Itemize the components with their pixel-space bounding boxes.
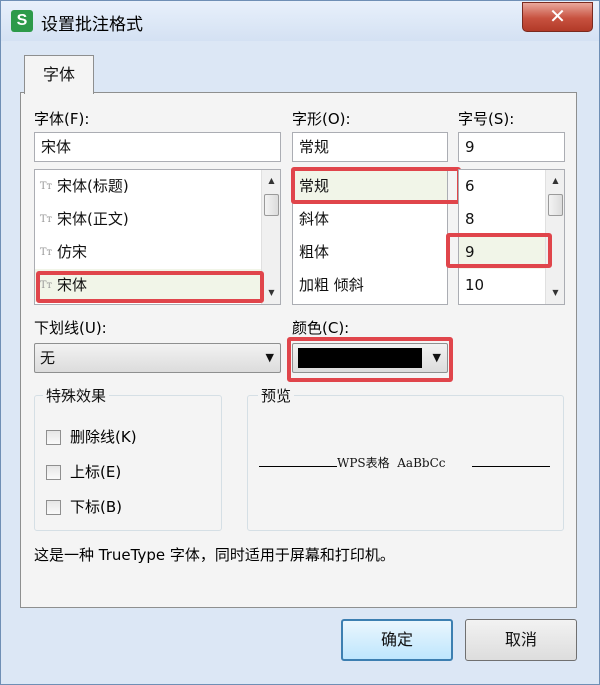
- highlight-selected-size: [446, 233, 552, 268]
- font-tab-panel: 字体(F): 宋体 Tт 宋体(标题) Tт 宋体(正文) Tт 仿宋 Tт 宋体 ▲ …: [20, 92, 577, 608]
- chevron-down-icon: ▼: [265, 351, 274, 364]
- effects-group: 特殊效果 删除线(K) 上标(E) 下标(B): [34, 385, 222, 531]
- truetype-icon: Tт: [39, 247, 53, 258]
- close-button[interactable]: ✕: [522, 2, 593, 32]
- style-input[interactable]: 常规: [292, 132, 448, 162]
- wps-sheets-icon: S: [11, 10, 33, 32]
- preview-line-left: [259, 466, 337, 467]
- list-item[interactable]: 粗体: [299, 236, 329, 269]
- list-item[interactable]: 8: [465, 203, 475, 236]
- list-item[interactable]: Tт 仿宋: [35, 236, 261, 269]
- preview-group: 预览 WPS表格 AaBbCc: [247, 385, 564, 531]
- tab-font[interactable]: 字体: [24, 55, 94, 94]
- subscript-checkbox[interactable]: [46, 500, 61, 515]
- highlight-color: [287, 337, 453, 382]
- size-label: 字号(S):: [458, 110, 515, 128]
- font-info-text: 这是一种 TrueType 字体，同时适用于屏幕和打印机。: [34, 546, 395, 564]
- highlight-selected-style: [291, 167, 461, 204]
- list-item[interactable]: 6: [465, 170, 475, 203]
- scroll-thumb[interactable]: [264, 194, 279, 216]
- dialog-window: S 设置批注格式 ✕ 字体 字体(F): 宋体 Tт 宋体(标题) Tт 宋体(正文…: [0, 0, 600, 685]
- list-item[interactable]: Tт 宋体(正文): [35, 203, 261, 236]
- underline-select[interactable]: 无 ▼: [34, 343, 281, 373]
- scroll-up-icon[interactable]: ▲: [546, 172, 564, 190]
- size-input[interactable]: 9: [458, 132, 565, 162]
- font-label: 字体(F):: [34, 110, 90, 128]
- scroll-down-icon[interactable]: ▼: [546, 284, 564, 302]
- ok-button[interactable]: 确定: [341, 619, 453, 661]
- truetype-icon: Tт: [39, 214, 53, 225]
- list-item[interactable]: 斜体: [299, 203, 329, 236]
- list-item[interactable]: 加粗 倾斜: [299, 269, 364, 302]
- truetype-icon: Tт: [39, 181, 53, 192]
- preview-sample: WPS表格 AaBbCc: [337, 456, 446, 470]
- color-label: 颜色(C):: [292, 319, 350, 337]
- list-item[interactable]: 10: [465, 269, 484, 302]
- dialog-title: 设置批注格式: [41, 15, 143, 35]
- scroll-up-icon[interactable]: ▲: [262, 172, 280, 190]
- font-list-scrollbar[interactable]: ▲ ▼: [261, 170, 280, 304]
- preview-title: 预览: [258, 385, 295, 406]
- superscript-checkbox[interactable]: [46, 465, 61, 480]
- subscript-label: 下标(B): [70, 498, 122, 516]
- preview-line-right: [472, 466, 550, 467]
- dialog-body: 字体 字体(F): 宋体 Tт 宋体(标题) Tт 宋体(正文) Tт 仿宋 Tт 宋体…: [9, 41, 591, 677]
- title-bar: S 设置批注格式 ✕: [1, 1, 599, 41]
- cancel-button[interactable]: 取消: [465, 619, 577, 661]
- strikethrough-label: 删除线(K): [70, 428, 137, 446]
- style-label: 字形(O):: [292, 110, 351, 128]
- scroll-down-icon[interactable]: ▼: [262, 284, 280, 302]
- scroll-thumb[interactable]: [548, 194, 563, 216]
- superscript-label: 上标(E): [70, 463, 122, 481]
- list-item[interactable]: Tт 宋体(标题): [35, 170, 261, 203]
- strikethrough-checkbox[interactable]: [46, 430, 61, 445]
- font-input[interactable]: 宋体: [34, 132, 281, 162]
- highlight-selected-font: [36, 271, 264, 303]
- effects-title: 特殊效果: [43, 385, 110, 406]
- underline-label: 下划线(U):: [34, 319, 107, 337]
